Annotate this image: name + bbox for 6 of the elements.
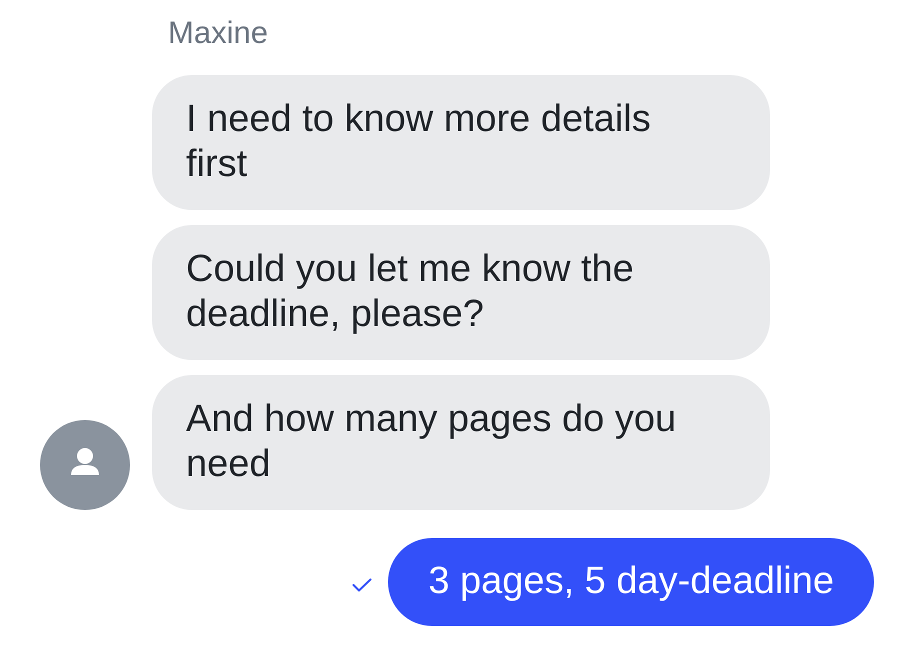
- sender-name: Maxine: [168, 14, 268, 52]
- message-bubble: 3 pages, 5 day-deadline: [388, 538, 874, 626]
- message-bubble: Could you let me know the deadline, please?: [152, 225, 770, 360]
- message-bubble: I need to know more details first: [152, 75, 770, 210]
- message-bubble: And how many pages do you need: [152, 375, 770, 510]
- avatar-silhouette-icon: [40, 420, 130, 510]
